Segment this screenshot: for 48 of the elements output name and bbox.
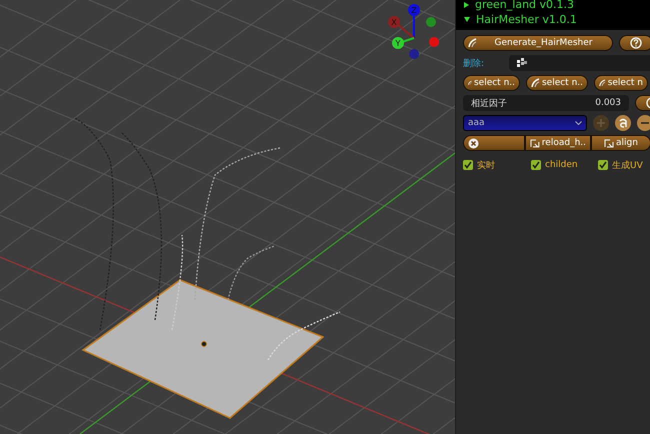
- factor-field[interactable]: 相近因子 0.003: [463, 95, 629, 111]
- disclosure-triangle-icon[interactable]: [464, 2, 469, 8]
- remove-button[interactable]: [637, 115, 650, 131]
- select-button[interactable]: select n..: [463, 75, 520, 91]
- mesh-icon: [517, 58, 527, 68]
- x-axis-handle-line: [396, 23, 415, 39]
- x-axis-label: X: [391, 18, 397, 27]
- object-field[interactable]: [509, 55, 650, 71]
- plus-icon: [597, 119, 605, 127]
- field-label: 删除:: [463, 58, 486, 70]
- checkbox[interactable]: [531, 160, 541, 170]
- action-button[interactable]: align: [591, 135, 650, 151]
- checkbox[interactable]: [463, 160, 473, 170]
- origin-dot-icon: [201, 341, 207, 347]
- hair-curve-icon: [599, 78, 606, 88]
- hair-curve-icon: [468, 38, 477, 48]
- chevron-down-icon: [575, 121, 582, 125]
- help-button[interactable]: [619, 35, 650, 51]
- checkbox-label: 实时: [477, 160, 495, 172]
- disclosure-triangle-icon[interactable]: [464, 17, 470, 22]
- checkbox-label: childen: [545, 160, 578, 170]
- y-axis-label: Y: [396, 39, 400, 48]
- generate-button[interactable]: Generate_HairMesher: [463, 35, 613, 51]
- x-handle[interactable]: [388, 16, 400, 28]
- y-handle[interactable]: [392, 37, 404, 49]
- hair-preset-button[interactable]: [615, 115, 631, 131]
- reload-icon: [530, 138, 540, 148]
- clear-button[interactable]: [463, 135, 525, 151]
- addon-title[interactable]: green_land v0.1.3: [475, 0, 574, 11]
- hair-curve-icon: [531, 78, 540, 88]
- checkbox[interactable]: [598, 160, 608, 170]
- select-button[interactable]: select n: [594, 75, 648, 91]
- checkmark-icon: [599, 161, 607, 169]
- preset-dropdown[interactable]: aaa: [463, 115, 587, 131]
- select-button[interactable]: select n..: [526, 75, 588, 91]
- checkmark-icon: [532, 161, 540, 169]
- z-handle[interactable]: [408, 4, 420, 16]
- close-icon: [468, 138, 479, 148]
- help-icon: [630, 37, 642, 49]
- reload-icon: [604, 138, 614, 148]
- checkbox-label: 生成UV: [612, 160, 643, 172]
- checkmark-icon: [464, 161, 472, 169]
- hair-curve-icon: [468, 78, 472, 88]
- z-axis-label: Z: [411, 6, 417, 15]
- z-axis-handle-line: [413, 16, 415, 38]
- addon-title[interactable]: HairMesher v1.0.1: [476, 13, 577, 26]
- action-button[interactable]: reload_h..: [525, 135, 591, 151]
- curl-icon: [618, 118, 628, 128]
